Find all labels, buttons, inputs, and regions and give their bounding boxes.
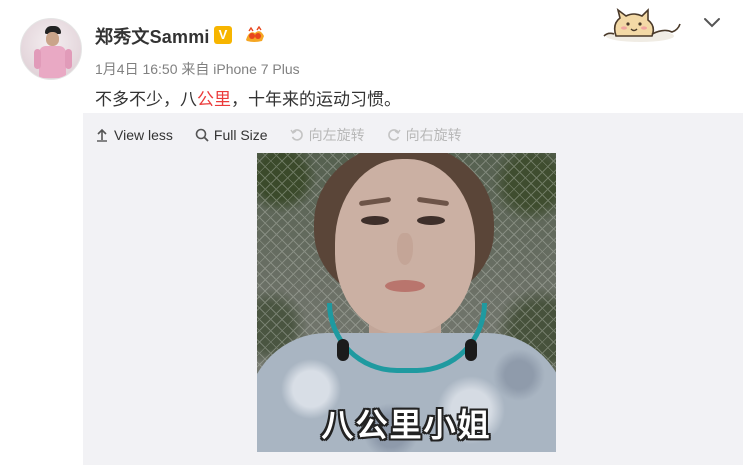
photo-nose [397, 233, 413, 265]
media-panel: View less Full Size 向左旋转 向右旋转 八公里小姐 [83, 113, 743, 465]
rotate-right-icon [387, 129, 401, 141]
dog-sticker-icon [603, 8, 681, 42]
post-photo[interactable]: 八公里小姐 [257, 153, 556, 452]
media-toolbar: View less Full Size 向左旋转 向右旋转 [95, 125, 484, 145]
verified-badge-icon[interactable]: V [214, 26, 232, 44]
avatar-head [46, 32, 59, 46]
post-text: 不多不少，八公里，十年来的运动习惯。 [95, 85, 401, 110]
username-link[interactable]: 郑秀文Sammi [95, 23, 210, 49]
magnifier-icon [195, 128, 209, 142]
rotate-left-button[interactable]: 向左旋转 [289, 125, 365, 145]
rotate-right-label: 向右旋转 [405, 127, 462, 143]
photo-earbud-right [465, 339, 477, 361]
post-meta: 1月4日 16:50 来自 iPhone 7 Plus [95, 61, 300, 77]
post-text-part: 不多不少，八 [95, 90, 197, 109]
rotate-right-button[interactable]: 向右旋转 [387, 125, 462, 145]
photo-eye-left [361, 216, 389, 225]
view-less-label: View less [114, 127, 173, 143]
rotate-left-label: 向左旋转 [308, 127, 365, 143]
photo-mouth [385, 280, 425, 292]
avatar-arm-right [65, 49, 72, 69]
post-text-part: ，十年来的运动习惯。 [231, 90, 401, 109]
view-less-button[interactable]: View less [95, 127, 173, 143]
user-avatar[interactable] [20, 18, 82, 80]
chevron-down-icon[interactable] [703, 16, 721, 30]
level-badge-icon[interactable] [244, 26, 266, 44]
rotate-left-icon [289, 129, 303, 141]
photo-earbud-left [337, 339, 349, 361]
photo-caption: 八公里小姐 [321, 406, 492, 444]
arrow-up-icon [97, 128, 107, 142]
post-text-highlight[interactable]: 公里 [197, 90, 231, 109]
full-size-button[interactable]: Full Size [195, 127, 268, 143]
photo-eye-right [417, 216, 445, 225]
avatar-torso [39, 46, 66, 78]
full-size-label: Full Size [213, 127, 268, 143]
avatar-arm-left [34, 49, 41, 69]
